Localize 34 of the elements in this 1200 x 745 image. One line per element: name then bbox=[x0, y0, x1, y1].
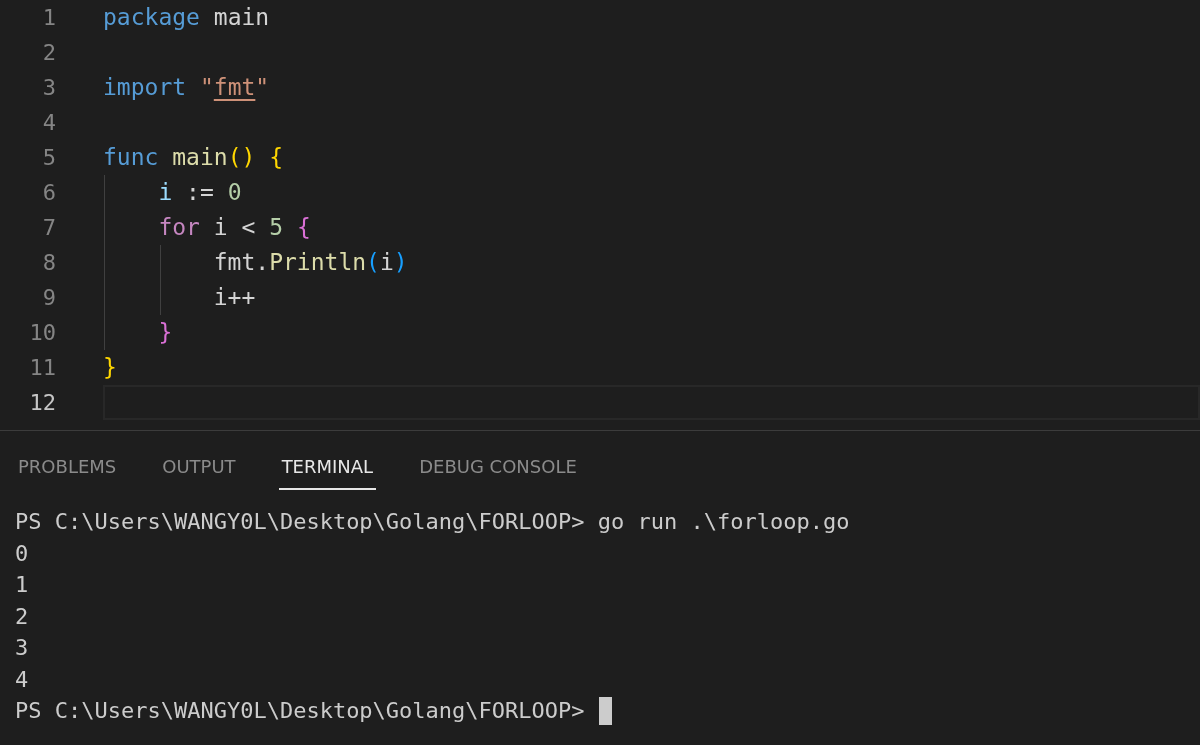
code-line: i++ bbox=[212, 286, 256, 309]
line-number: 5 bbox=[41, 144, 56, 172]
terminal-cursor bbox=[598, 696, 612, 725]
line-number: 9 bbox=[41, 284, 56, 312]
line-number: 3 bbox=[41, 74, 56, 102]
line-number: 1 bbox=[41, 4, 56, 32]
line-number: 12 bbox=[28, 389, 56, 417]
panel-tab[interactable]: TERMINAL bbox=[278, 453, 377, 490]
code-editor[interactable]: 1 package main 2 3 import "fmt" 4 5 func main() { 6 i := 0 7 for i < 5 { 8 fmt.Println(i) 9 i++ 10 } 11 } 12 bbox=[0, 0, 1200, 430]
terminal-line: 2 bbox=[15, 602, 29, 631]
line-number: 11 bbox=[28, 354, 56, 382]
terminal-line: 0 bbox=[15, 539, 29, 568]
panel-tab[interactable]: DEBUG CONSOLE bbox=[416, 453, 580, 490]
code-line: package main bbox=[103, 6, 270, 29]
code-line: for i < 5 { bbox=[157, 216, 311, 239]
terminal-line: 4 bbox=[15, 665, 29, 694]
line-number: 4 bbox=[41, 109, 56, 137]
code-line: import "fmt" bbox=[103, 76, 270, 99]
line-number: 10 bbox=[28, 319, 56, 347]
terminal-line: 1 bbox=[15, 571, 29, 599]
code-line: } bbox=[103, 356, 117, 379]
code-line: i := 0 bbox=[157, 181, 242, 204]
line-number: 2 bbox=[41, 39, 56, 67]
terminal-line: 3 bbox=[15, 634, 29, 662]
terminal-line: PS C:\Users\WANGY0L\Desktop\Golang\FORLOOP> go run .\forloop.go bbox=[15, 508, 850, 536]
terminal-prompt: PS C:\Users\WANGY0L\Desktop\Golang\FORLOOP> bbox=[15, 697, 585, 726]
code-line: } bbox=[157, 321, 173, 344]
code-line: func main() { bbox=[103, 146, 284, 169]
code-line: fmt.Println(i) bbox=[212, 251, 408, 274]
line-number: 6 bbox=[41, 179, 56, 207]
panel-tab[interactable]: OUTPUT bbox=[159, 453, 239, 490]
line-number: 7 bbox=[41, 214, 56, 242]
line-number: 8 bbox=[41, 249, 56, 277]
panel-tab[interactable]: PROBLEMS bbox=[15, 453, 120, 490]
